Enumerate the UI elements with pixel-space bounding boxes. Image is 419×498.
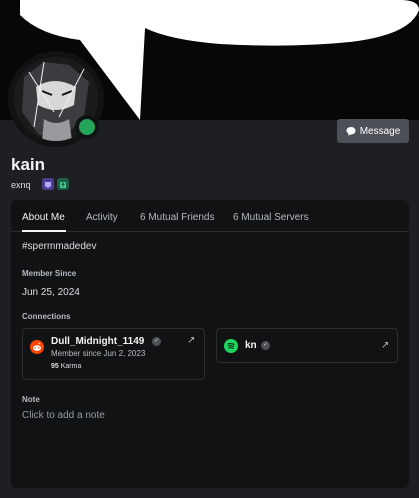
connection-name: kn — [245, 340, 257, 351]
reddit-icon — [30, 340, 44, 354]
karma-count: 95 Karma — [51, 363, 81, 370]
username[interactable]: exnq — [11, 180, 31, 190]
note-input[interactable]: Click to add a note — [22, 410, 105, 421]
active-tab-indicator — [22, 230, 66, 232]
tab-mutual-servers[interactable]: 6 Mutual Servers — [233, 212, 309, 223]
karma-label: Karma — [60, 363, 82, 370]
profile-details-panel: About Me Activity 6 Mutual Friends 6 Mut… — [11, 200, 409, 488]
message-button[interactable]: Message — [337, 119, 409, 143]
tab-activity[interactable]: Activity — [86, 212, 118, 223]
server-boost-badge-icon[interactable] — [57, 178, 69, 190]
profile-card: Message kain exnq About Me Activity 6 Mu… — [0, 0, 419, 498]
tab-about-me[interactable]: About Me — [22, 212, 65, 223]
bio-text: #spermmadedev — [22, 241, 97, 252]
verified-icon: ✓ — [261, 341, 270, 350]
message-button-label: Message — [359, 125, 401, 137]
profile-tabs: About Me Activity 6 Mutual Friends 6 Mut… — [11, 200, 409, 232]
external-link-icon[interactable]: ↗ — [187, 335, 195, 346]
connection-name: Dull_Midnight_1149 — [51, 336, 145, 347]
spotify-icon — [224, 339, 238, 353]
external-link-icon[interactable]: ↗ — [381, 340, 389, 351]
connection-reddit[interactable]: Dull_Midnight_1149 ✓ ↗ Member since Jun … — [22, 328, 205, 380]
karma-value: 95 — [51, 363, 59, 370]
connections-label: Connections — [22, 312, 71, 321]
online-status-indicator — [75, 115, 99, 139]
display-name: kain — [11, 155, 46, 174]
verified-icon: ✓ — [152, 337, 161, 346]
nitro-badge-icon[interactable] — [42, 178, 54, 190]
note-label: Note — [22, 395, 40, 404]
chat-bubble-icon — [346, 127, 356, 136]
member-since-date: Jun 25, 2024 — [22, 287, 80, 298]
member-since-label: Member Since — [22, 269, 77, 278]
connection-spotify[interactable]: kn ✓ ↗ — [216, 328, 398, 363]
tab-mutual-friends[interactable]: 6 Mutual Friends — [140, 212, 214, 223]
connection-member-since: Member since Jun 2, 2023 — [51, 349, 146, 358]
